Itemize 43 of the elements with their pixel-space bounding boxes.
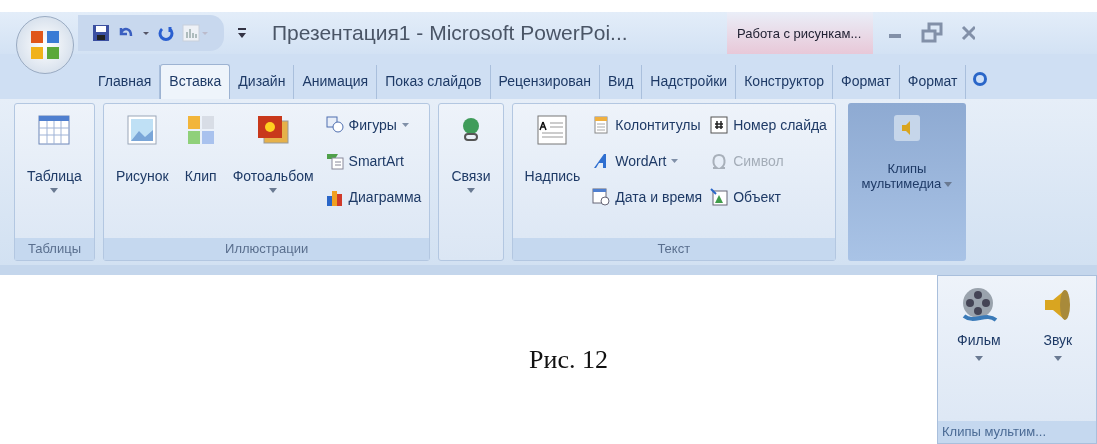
- ribbon-button[interactable]: Связи: [447, 108, 495, 234]
- ribbon-button[interactable]: Таблица: [23, 108, 86, 234]
- ribbon-button[interactable]: Колонтитулы: [592, 110, 703, 140]
- page-icon: [592, 116, 611, 134]
- picture-icon: [126, 114, 159, 146]
- group-label: Иллюстрации: [103, 238, 430, 260]
- window-title: Презентация1 - Microsoft PowerPoi...: [272, 21, 629, 45]
- ribbon-button[interactable]: Фотоальбом: [228, 108, 318, 234]
- ribbon-button[interactable]: Фильм: [957, 286, 1001, 421]
- object-icon: [710, 188, 729, 206]
- shapes-icon: [325, 116, 344, 134]
- slide-number-icon: [710, 116, 729, 134]
- calendar-icon: [592, 188, 611, 206]
- ribbon-button[interactable]: Рисунок: [111, 108, 173, 234]
- group-label: Клипы мультим...: [938, 421, 1096, 443]
- ribbon-button[interactable]: Звук: [1038, 286, 1077, 421]
- close-icon[interactable]: [961, 23, 975, 43]
- ribbon-button[interactable]: Объект: [710, 182, 827, 212]
- ribbon-button[interactable]: Диаграмма: [325, 182, 422, 212]
- smartart-icon: [325, 152, 344, 170]
- ribbon-button[interactable]: Надпись: [520, 108, 585, 234]
- ribbon-button[interactable]: SmartArt: [325, 146, 422, 176]
- contextual-tab-header: Работа с рисункам...: [727, 12, 873, 54]
- redo-icon[interactable]: [156, 24, 176, 42]
- ribbon-button[interactable]: Номер слайда: [710, 110, 827, 140]
- figure-caption: Рис. 12: [529, 344, 608, 375]
- ribbon-button[interactable]: Фигуры: [325, 110, 422, 140]
- save-icon[interactable]: [92, 24, 110, 42]
- group-label: Таблицы: [15, 238, 94, 260]
- ribbon-button[interactable]: WordArt: [592, 146, 703, 176]
- bar-chart-icon: [325, 188, 344, 206]
- group-label: Текст: [512, 238, 835, 260]
- photo-album-icon: [257, 114, 290, 146]
- ribbon-button[interactable]: Дата и время: [592, 182, 703, 212]
- collapsed-group-button[interactable]: Клипы мультимедиа: [847, 103, 966, 261]
- help-icon[interactable]: [972, 71, 989, 87]
- ribbon-tab[interactable]: Вставка: [160, 64, 231, 99]
- ribbon-button[interactable]: Клип: [180, 108, 221, 234]
- restore-icon[interactable]: [921, 22, 943, 44]
- text-box-icon: [536, 114, 569, 146]
- speaker-icon: [891, 113, 922, 143]
- table-icon: [38, 114, 71, 146]
- office-logo-icon: [28, 28, 62, 62]
